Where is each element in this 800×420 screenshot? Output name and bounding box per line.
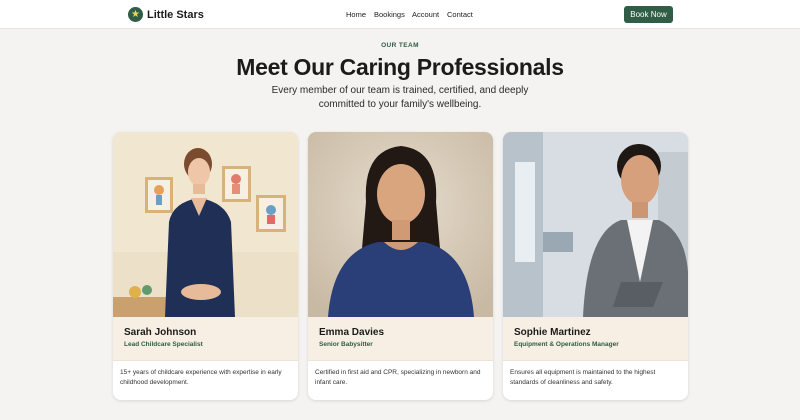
team-member-info: Sophie Martinez Equipment & Operations M… (503, 317, 688, 361)
team-member-photo (113, 132, 298, 317)
team-member-info: Emma Davies Senior Babysitter (308, 317, 493, 361)
team-member-description: Certified in first aid and CPR, speciali… (315, 369, 481, 386)
team-member-info: Sarah Johnson Lead Childcare Specialist (113, 317, 298, 361)
team-card-emma-davies: Emma Davies Senior Babysitter Certified … (308, 132, 493, 400)
team-member-description: 15+ years of childcare experience with e… (120, 369, 282, 386)
nav-contact[interactable]: Contact (447, 10, 473, 19)
team-member-role: Lead Childcare Specialist (124, 341, 203, 348)
team-member-role: Senior Babysitter (319, 341, 373, 348)
team-member-name: Emma Davies (319, 327, 385, 338)
team-member-photo (503, 132, 688, 317)
team-card-sarah-johnson: Sarah Johnson Lead Childcare Specialist … (113, 132, 298, 400)
team-member-name: Sarah Johnson (124, 327, 197, 338)
book-now-button[interactable]: Book Now (624, 6, 673, 23)
nav-home[interactable]: Home (346, 10, 366, 19)
team-member-description: Ensures all equipment is maintained to t… (510, 369, 656, 386)
team-member-name: Sophie Martinez (514, 327, 591, 338)
team-member-photo (308, 132, 493, 317)
section-subtitle: Every member of our team is trained, cer… (271, 85, 529, 110)
site-header: ★ Little Stars Home Bookings Account Con… (0, 0, 800, 29)
section-eyebrow: OUR TEAM (381, 42, 419, 49)
nav-account[interactable]: Account (412, 10, 439, 19)
page-title: Meet Our Caring Professionals (236, 54, 564, 80)
team-member-role: Equipment & Operations Manager (514, 341, 619, 348)
main-nav: Home Bookings Account Contact (0, 10, 800, 20)
nav-bookings[interactable]: Bookings (374, 10, 405, 19)
team-card-sophie-martinez: Sophie Martinez Equipment & Operations M… (503, 132, 688, 400)
